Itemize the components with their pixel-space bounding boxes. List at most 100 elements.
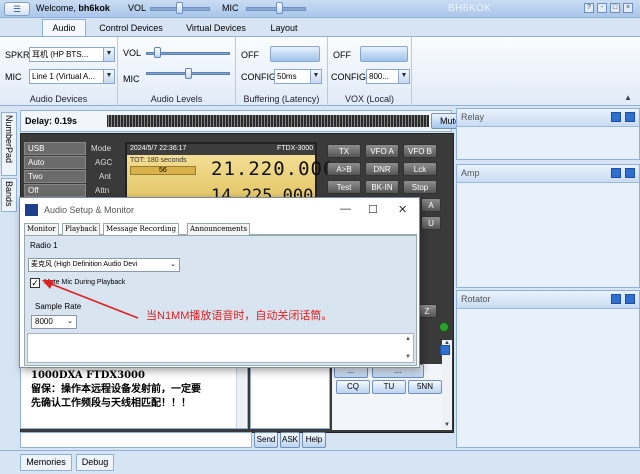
menu-icon[interactable]: ☰ [4, 2, 30, 16]
buffering-config-label: CONFIG [241, 72, 276, 82]
ribbon-collapse-icon[interactable]: ▲ [624, 93, 632, 102]
title-mic-knob[interactable] [276, 2, 283, 14]
spkr-select[interactable]: 耳机 (HP BTS... ▼ [29, 47, 115, 62]
a-to-b-button[interactable]: A>B [327, 162, 361, 176]
lcd-model: FTDX-3000 [277, 145, 314, 152]
lock-button[interactable]: Lck [403, 162, 437, 176]
help-button-input[interactable]: Help [302, 432, 326, 448]
panel-window-icon[interactable] [611, 294, 621, 304]
close-button[interactable]: × [623, 3, 633, 13]
vol-label: VOL [123, 48, 142, 58]
5nn-button[interactable]: 5NN [408, 380, 442, 394]
annotation-text: 当N1MM播放语音时，自动关闭话筒。 [146, 310, 333, 322]
group-label: Audio Devices [29, 94, 88, 104]
help-button[interactable]: ? [584, 3, 594, 13]
radio-button-u[interactable]: U [421, 216, 441, 230]
pane-pin-icon[interactable] [440, 345, 450, 355]
tab-debug[interactable]: Debug [76, 454, 114, 471]
lcd-tot-bar: 56 [130, 166, 196, 175]
tab-bands[interactable]: Bands [1, 178, 17, 212]
scroll-down-icon[interactable]: ▼ [442, 422, 452, 428]
title-vol-knob[interactable] [176, 2, 183, 14]
tab-memories[interactable]: Memories [20, 454, 72, 471]
tab-control-devices[interactable]: Control Devices [92, 19, 170, 36]
dialog-title-bar: Audio Setup & Monitor — ☐ ✕ [20, 198, 419, 222]
agc-button[interactable]: Auto [24, 156, 86, 169]
panel-pin-icon[interactable] [625, 112, 635, 122]
dialog-text-box[interactable]: ▲ ▼ [27, 333, 414, 363]
audio-waveform [107, 115, 429, 127]
lcd-main-frequency: 21.220.000 [211, 158, 336, 180]
dialog-tabs: Monitor Playback Message Recording Annou… [24, 223, 417, 235]
title-bar: ☰ Welcome, bh6kok VOL MIC BH6KOK ? - □ × [0, 0, 640, 18]
title-mic-label: MIC [222, 3, 239, 13]
tab-announcements[interactable]: Announcements [187, 223, 251, 235]
dnr-button[interactable]: DNR [365, 162, 399, 176]
maximize-button[interactable]: □ [610, 3, 620, 13]
notes-line-3: 先确认工作频段与天线相匹配！！！ [31, 398, 191, 409]
minimize-button[interactable]: - [597, 3, 607, 13]
annotation-arrow [42, 280, 139, 319]
agc-label: AGC [95, 158, 113, 167]
cq-button[interactable]: CQ [336, 380, 370, 394]
tx-button[interactable]: TX [327, 144, 361, 158]
mic-slider-knob[interactable] [185, 68, 192, 79]
scroll-up-icon[interactable]: ▲ [405, 336, 411, 342]
mic-label: MIC [5, 72, 22, 82]
group-label: Buffering (Latency) [243, 94, 320, 104]
vol-slider-knob[interactable] [153, 47, 161, 58]
tu-button[interactable]: TU [372, 380, 406, 394]
mic-level-label: MIC [123, 74, 140, 84]
vfo-b-button[interactable]: VFO B [403, 144, 437, 158]
dialog-minimize-button[interactable]: — [340, 203, 351, 215]
send-button[interactable]: Send [254, 432, 278, 448]
mode-label: Mode [91, 144, 112, 153]
tab-layout[interactable]: Layout [262, 19, 306, 36]
ask-button[interactable]: ASK [280, 432, 300, 448]
stop-button[interactable]: Stop [403, 180, 437, 194]
chevron-down-icon: ▼ [310, 70, 321, 83]
notes-line-1: 1000DXA FTDX3000 [31, 370, 145, 381]
radio-label: Radio 1 [30, 241, 58, 250]
radio-button-z[interactable]: Z [417, 304, 437, 318]
app-title: BH6KOK [448, 3, 492, 14]
bk-in-button[interactable]: BK-IN [365, 180, 399, 194]
tab-message-recording[interactable]: Message Recording [103, 223, 180, 235]
attn-label: Attn [95, 186, 110, 195]
panel-window-icon[interactable] [611, 168, 621, 178]
notes-scrollbar[interactable] [236, 368, 246, 428]
ribbon: SPKR 耳机 (HP BTS... ▼ MIC Line 1 (Virtual … [0, 36, 640, 106]
ant-button[interactable]: Two [24, 170, 86, 183]
notes-text-area[interactable]: 1000DXA FTDX3000 留保：操作本远程设备发射前，一定要 先确认工作… [20, 366, 248, 429]
tab-virtual-devices[interactable]: Virtual Devices [178, 19, 254, 36]
buffering-off-label: OFF [241, 50, 259, 60]
dialog-maximize-button[interactable]: ☐ [368, 203, 378, 216]
audio-devices-group: SPKR 耳机 (HP BTS... ▼ MIC Line 1 (Virtual … [0, 37, 118, 106]
tab-playback[interactable]: Playback [62, 223, 100, 235]
vfo-a-button[interactable]: VFO A [365, 144, 399, 158]
vox-config-select[interactable]: 800... ▼ [366, 69, 410, 84]
buffering-toggle[interactable] [270, 46, 320, 62]
panel-pin-icon[interactable] [625, 168, 635, 178]
buffering-config-select[interactable]: 50ms ▼ [274, 69, 322, 84]
test-button[interactable]: Test [327, 180, 361, 194]
command-buttons: ... ... CQ TU 5NN [332, 364, 452, 430]
group-label: Audio Levels [150, 94, 203, 104]
tab-audio[interactable]: Audio [42, 19, 86, 36]
message-input[interactable] [20, 432, 252, 448]
tab-monitor[interactable]: Monitor [24, 223, 59, 235]
panel-window-icon[interactable] [611, 112, 621, 122]
lcd-tot: TOT: 180 seconds [130, 157, 187, 164]
scroll-down-icon[interactable]: ▼ [405, 354, 411, 360]
attn-button[interactable]: Off [24, 184, 86, 197]
vox-toggle[interactable] [360, 46, 408, 62]
radio-button-a[interactable]: A [421, 198, 441, 212]
audio-device-select[interactable]: 麦克风 (High Definition Audio Devi ⌄ [28, 258, 180, 272]
mode-button[interactable]: USB [24, 142, 86, 155]
dialog-close-button[interactable]: ✕ [398, 203, 407, 216]
panel-pin-icon[interactable] [625, 294, 635, 304]
spkr-label: SPKR [5, 50, 30, 60]
tab-numberpad[interactable]: NumberPad [1, 112, 17, 176]
mic-select[interactable]: Line 1 (Virtual A... ▼ [29, 69, 115, 84]
delay-bar: Delay: 0.19s Mute [20, 110, 469, 132]
